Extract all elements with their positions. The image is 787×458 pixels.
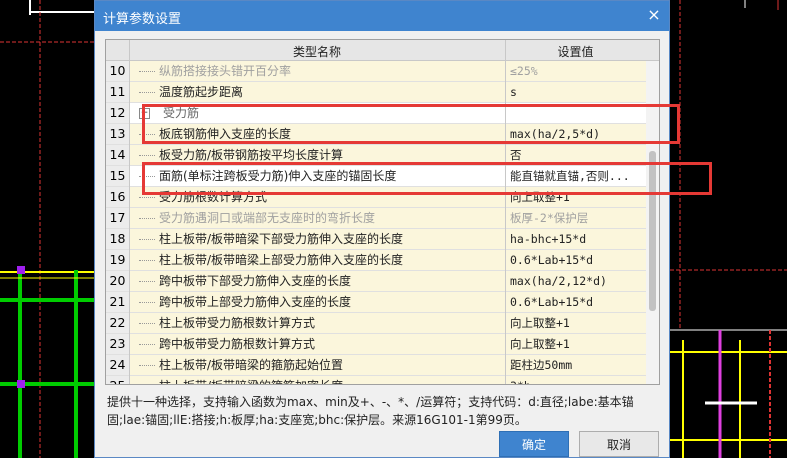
row-name-cell: 跨中板带受力筋根数计算方式 [129, 334, 505, 354]
tree-line [139, 197, 155, 198]
table-row[interactable]: 23 跨中板带受力筋根数计算方式 向上取整+1 [106, 334, 646, 355]
row-name: 跨中板带上部受力筋伸入支座的长度 [159, 295, 352, 309]
row-name-cell: 柱上板带/板带暗梁下部受力筋伸入支座的长度 [129, 229, 505, 249]
help-text: 提供十一种选择，支持输入函数为max、min及+、-、*、/运算符；支持代码：d… [107, 395, 634, 427]
row-number: 14 [106, 145, 129, 165]
row-number: 19 [106, 250, 129, 270]
table-row[interactable]: 10 纵筋搭接接头错开百分率 ≤25% [106, 61, 646, 82]
table-row[interactable]: 25 柱上板带/板带暗梁的箍筋加密长度 3*h [106, 376, 646, 384]
row-name-cell: 跨中板带下部受力筋伸入支座的长度 [129, 271, 505, 291]
highlight-box [142, 162, 712, 195]
row-value[interactable]: 0.6*Lab+15*d [506, 250, 646, 270]
row-value[interactable]: 距柱边50mm [506, 355, 646, 375]
row-number: 11 [106, 82, 129, 102]
row-number: 25 [106, 376, 129, 384]
row-value[interactable]: 向上取整+1 [506, 334, 646, 354]
row-name: 跨中板带受力筋根数计算方式 [159, 337, 316, 351]
tree-line [139, 155, 155, 156]
table-row[interactable]: 11 温度筋起步距离 s [106, 82, 646, 103]
row-value[interactable]: max(ha/2,12*d) [506, 271, 646, 291]
tree-line [139, 344, 155, 345]
row-value[interactable]: s [506, 82, 646, 102]
row-number: 12 [106, 103, 129, 123]
row-value[interactable]: ≤25% [506, 61, 646, 81]
row-number: 16 [106, 187, 129, 207]
row-name: 跨中板带下部受力筋伸入支座的长度 [159, 274, 352, 288]
close-icon[interactable]: × [645, 6, 663, 24]
row-number: 13 [106, 124, 129, 144]
row-number: 10 [106, 61, 129, 81]
highlight-box [142, 104, 680, 144]
dialog-title: 计算参数设置 [103, 12, 182, 27]
table-row[interactable]: 22 柱上板带受力筋根数计算方式 向上取整+1 [106, 313, 646, 334]
row-number: 22 [106, 313, 129, 333]
tree-line [139, 260, 155, 261]
row-number: 18 [106, 229, 129, 249]
row-number: 20 [106, 271, 129, 291]
row-name: 温度筋起步距离 [159, 85, 244, 99]
dialog-titlebar[interactable]: 计算参数设置 × [95, 1, 669, 31]
tree-line [139, 302, 155, 303]
row-name: 纵筋搭接接头错开百分率 [159, 64, 292, 78]
table-row[interactable]: 19 柱上板带/板带暗梁上部受力筋伸入支座的长度 0.6*Lab+15*d [106, 250, 646, 271]
table-row[interactable]: 20 跨中板带下部受力筋伸入支座的长度 max(ha/2,12*d) [106, 271, 646, 292]
header-value: 设置值 [557, 45, 594, 59]
row-name-cell: 跨中板带上部受力筋伸入支座的长度 [129, 292, 505, 312]
row-value[interactable]: 0.6*Lab+15*d [506, 292, 646, 312]
table-row[interactable]: 18 柱上板带/板带暗梁下部受力筋伸入支座的长度 ha-bhc+15*d [106, 229, 646, 250]
settings-dialog: 计算参数设置 × 类型名称 设置值 10 纵筋搭接接头错开百分率 ≤25% 11 温度筋… [94, 0, 670, 458]
row-number: 17 [106, 208, 129, 228]
row-number: 15 [106, 166, 129, 186]
row-name-cell: 柱上板带/板带暗梁的箍筋加密长度 [129, 376, 505, 384]
table-header: 类型名称 设置值 [106, 40, 659, 61]
row-name-cell: 柱上板带受力筋根数计算方式 [129, 313, 505, 333]
column-divider [505, 40, 506, 384]
row-name: 柱上板带受力筋根数计算方式 [159, 316, 316, 330]
row-value[interactable]: ha-bhc+15*d [506, 229, 646, 249]
tree-line [139, 92, 155, 93]
table-row[interactable]: 17 受力筋遇洞口或端部无支座时的弯折长度 板厚-2*保护层 [106, 208, 646, 229]
row-number: 23 [106, 334, 129, 354]
row-name: 柱上板带/板带暗梁的箍筋加密长度 [159, 376, 343, 384]
row-value[interactable]: 板厚-2*保护层 [506, 208, 646, 228]
row-name-cell: 柱上板带/板带暗梁的箍筋起始位置 [129, 355, 505, 375]
row-name-cell: 柱上板带/板带暗梁上部受力筋伸入支座的长度 [129, 250, 505, 270]
row-name-cell: 纵筋搭接接头错开百分率 [129, 61, 505, 81]
tree-line [139, 323, 155, 324]
column-divider [129, 40, 130, 384]
row-value[interactable]: 3*h [506, 376, 646, 384]
row-name: 柱上板带/板带暗梁上部受力筋伸入支座的长度 [159, 253, 404, 267]
row-value[interactable]: 向上取整+1 [506, 313, 646, 333]
table-row[interactable]: 24 柱上板带/板带暗梁的箍筋起始位置 距柱边50mm [106, 355, 646, 376]
row-name: 受力筋遇洞口或端部无支座时的弯折长度 [159, 211, 376, 225]
row-name: 柱上板带/板带暗梁的箍筋起始位置 [159, 358, 344, 372]
tree-line [139, 71, 155, 72]
parameter-table: 类型名称 设置值 10 纵筋搭接接头错开百分率 ≤25% 11 温度筋起步距离 s 12− 受… [105, 39, 660, 385]
row-name-cell: 受力筋遇洞口或端部无支座时的弯折长度 [129, 208, 505, 228]
header-name: 类型名称 [292, 45, 341, 59]
tree-line [139, 281, 155, 282]
row-name-cell: 温度筋起步距离 [129, 82, 505, 102]
row-number: 21 [106, 292, 129, 312]
cancel-button[interactable]: 取消 [579, 431, 659, 457]
row-name: 柱上板带/板带暗梁下部受力筋伸入支座的长度 [159, 232, 404, 246]
ok-button[interactable]: 确定 [499, 431, 569, 457]
tree-line [139, 365, 155, 366]
tree-line [139, 218, 155, 219]
tree-line [139, 239, 155, 240]
table-row[interactable]: 21 跨中板带上部受力筋伸入支座的长度 0.6*Lab+15*d [106, 292, 646, 313]
row-number: 24 [106, 355, 129, 375]
